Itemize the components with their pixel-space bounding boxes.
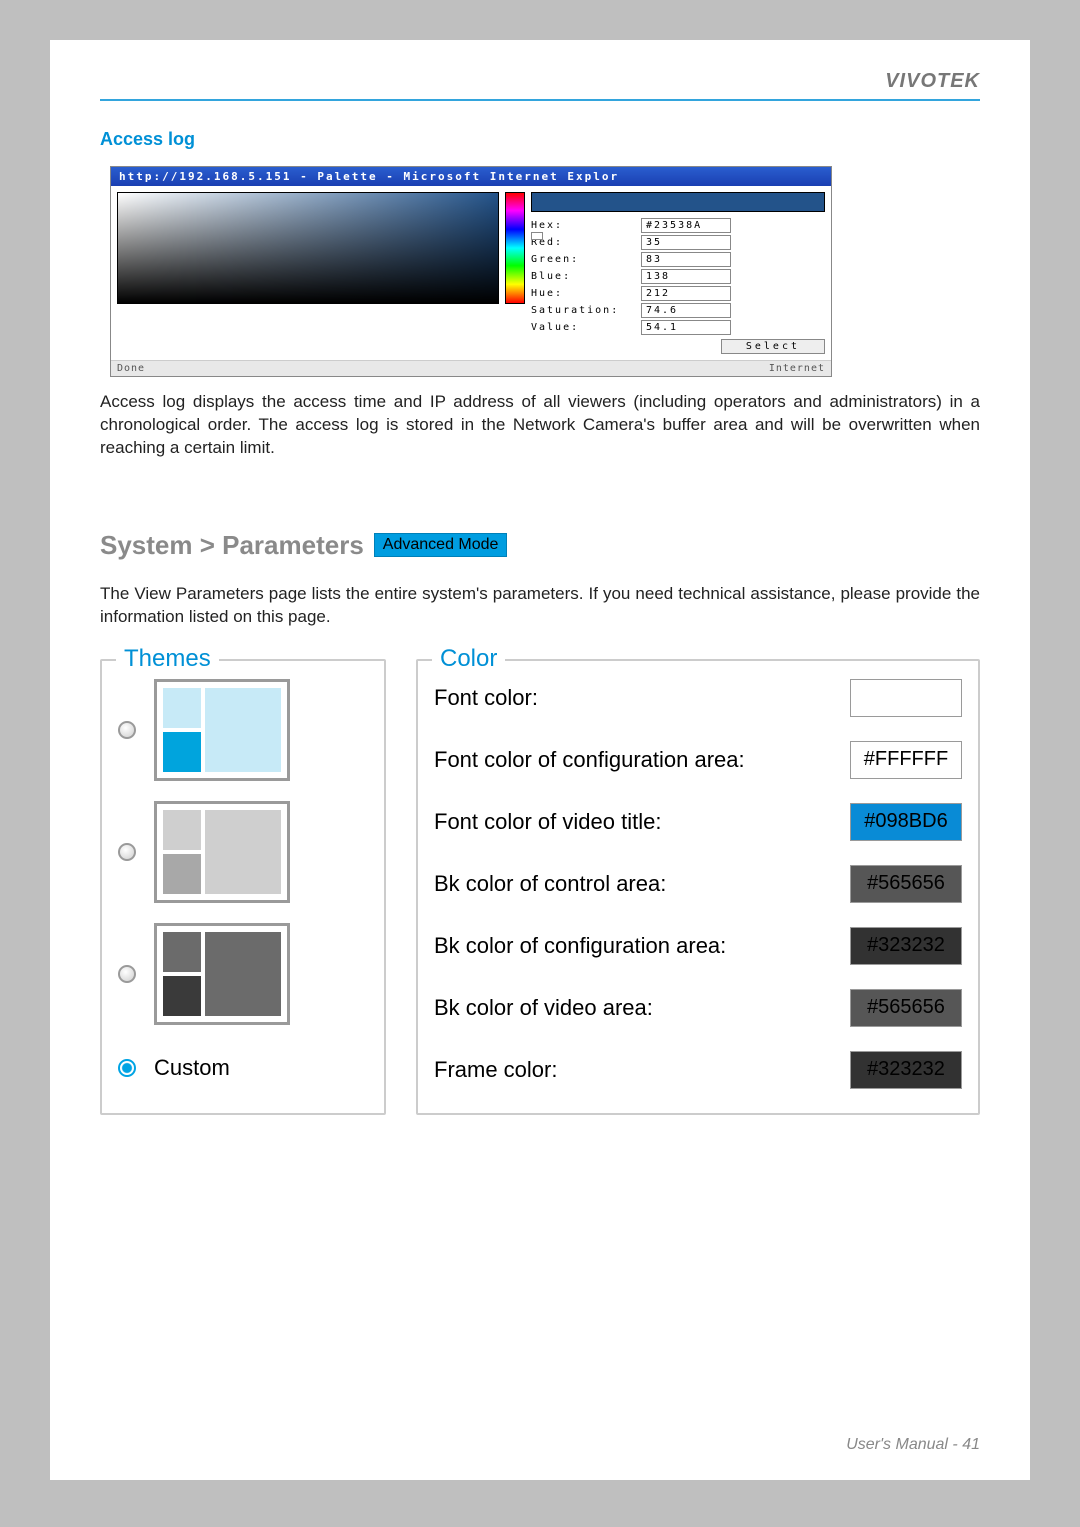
color-fieldset: Color Font color:Font color of configura… [416,659,980,1115]
themes-fieldset: Themes [100,659,386,1115]
palette-body: Hex: Red: Green: Blue: [111,186,831,360]
color-swatch[interactable]: #323232 [850,927,962,965]
color-row: Bk color of configuration area: #323232 [434,927,962,965]
header-rule [100,99,980,101]
hue-strip[interactable] [505,192,525,304]
color-swatch[interactable]: #FFFFFF [850,741,962,779]
parameters-body: The View Parameters page lists the entir… [100,583,980,629]
parameters-heading: System > Parameters [100,530,364,561]
val-label: Value: [531,322,641,333]
themes-legend: Themes [116,645,219,673]
theme-custom-label: Custom [154,1055,230,1081]
select-button[interactable]: Select [721,339,825,354]
brand-label: VIVOTEK [100,70,980,93]
color-row-label: Font color of configuration area: [434,747,745,773]
palette-statusbar: Done Internet [111,360,831,376]
color-row: Bk color of control area: #565656 [434,865,962,903]
theme-option-dark[interactable] [118,923,368,1025]
blue-label: Blue: [531,271,641,282]
red-label: Red: [531,237,641,248]
green-input[interactable] [641,252,731,267]
hue-input[interactable] [641,286,731,301]
color-swatch[interactable]: #565656 [850,865,962,903]
palette-titlebar: http://192.168.5.151 - Palette - Microso… [111,167,831,186]
color-swatch[interactable]: #323232 [850,1051,962,1089]
palette-window: http://192.168.5.151 - Palette - Microso… [110,166,832,377]
hue-slider-thumb[interactable] [531,232,543,240]
color-swatch[interactable]: #098BD6 [850,803,962,841]
color-row: Bk color of video area: #565656 [434,989,962,1027]
color-gradient[interactable] [117,192,499,304]
red-input[interactable] [641,235,731,250]
val-input[interactable] [641,320,731,335]
sat-input[interactable] [641,303,731,318]
color-row-label: Bk color of control area: [434,871,666,897]
access-log-heading: Access log [100,129,980,150]
theme-thumb-blue [154,679,290,781]
color-preview [531,192,825,212]
theme-option-custom[interactable]: Custom [118,1055,368,1081]
color-readout: Hex: Red: Green: Blue: [531,192,825,354]
color-row-label: Bk color of video area: [434,995,653,1021]
theme-thumb-dark [154,923,290,1025]
color-swatch[interactable] [850,679,962,717]
status-left: Done [117,363,145,374]
color-row: Font color of configuration area: #FFFFFF [434,741,962,779]
color-row: Font color: [434,679,962,717]
color-row: Frame color: #323232 [434,1051,962,1089]
hex-label: Hex: [531,220,641,231]
color-row: Font color of video title: #098BD6 [434,803,962,841]
theme-option-grey[interactable] [118,801,368,903]
theme-thumb-grey [154,801,290,903]
radio-icon[interactable] [118,721,136,739]
hex-input[interactable] [641,218,731,233]
green-label: Green: [531,254,641,265]
color-legend: Color [432,645,505,673]
sat-label: Saturation: [531,305,641,316]
access-log-body: Access log displays the access time and … [100,391,980,460]
page-footer: User's Manual - 41 [846,1436,980,1454]
blue-input[interactable] [641,269,731,284]
status-right: Internet [769,363,825,374]
advanced-mode-badge: Advanced Mode [374,533,508,557]
radio-icon[interactable] [118,1059,136,1077]
color-row-label: Bk color of configuration area: [434,933,726,959]
color-swatch[interactable]: #565656 [850,989,962,1027]
hue-label: Hue: [531,288,641,299]
color-row-label: Font color of video title: [434,809,661,835]
radio-icon[interactable] [118,965,136,983]
color-row-label: Frame color: [434,1057,557,1083]
theme-option-blue[interactable] [118,679,368,781]
color-row-label: Font color: [434,685,538,711]
radio-icon[interactable] [118,843,136,861]
